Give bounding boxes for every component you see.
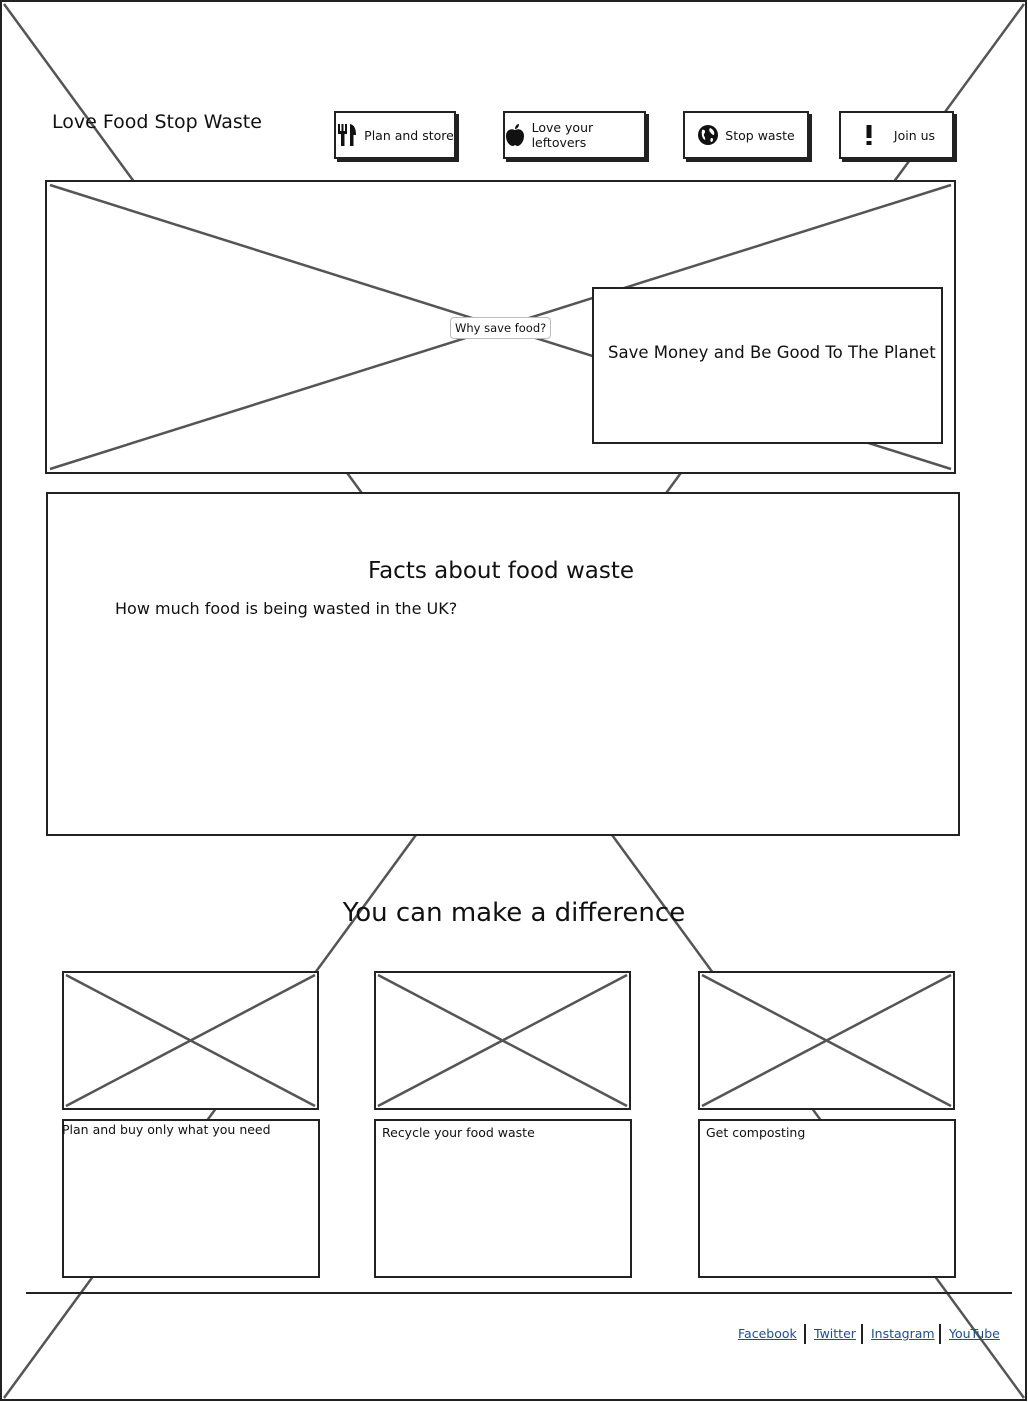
apple-icon	[505, 123, 526, 147]
card-image-cross	[701, 973, 952, 1108]
exclamation-icon	[858, 123, 880, 147]
footer-separator	[861, 1324, 863, 1344]
nav-label: Join us	[893, 127, 936, 143]
hero-overlay-text: Save Money and Be Good To The Planet	[608, 343, 936, 362]
card-caption: Recycle your food waste	[382, 1125, 535, 1140]
card-text-box: Plan and buy only what you need	[62, 1119, 320, 1278]
nav-label: Love your leftovers	[531, 120, 594, 150]
card-image-placeholder	[374, 971, 631, 1110]
globe-icon	[697, 123, 719, 147]
footer-link-facebook[interactable]: Facebook	[738, 1326, 797, 1341]
facts-question: How much food is being wasted in the UK?	[115, 599, 458, 618]
card-image-cross	[377, 973, 628, 1108]
card-text-box: Get composting	[698, 1119, 956, 1278]
footer-link-twitter[interactable]: Twitter	[814, 1326, 856, 1341]
card-image-cross	[65, 973, 316, 1108]
footer-link-instagram[interactable]: Instagram	[871, 1326, 935, 1341]
nav-love-your-leftovers-button[interactable]: Love your leftovers	[503, 111, 646, 159]
nav-label: Plan and store	[364, 127, 454, 143]
footer-separator	[939, 1324, 941, 1344]
hero-image-label: Why save food?	[450, 317, 552, 339]
fork-knife-icon	[336, 123, 358, 147]
difference-title: You can make a difference	[342, 898, 686, 928]
footer-link-youtube[interactable]: YouTube	[949, 1326, 1000, 1341]
card-caption: Plan and buy only what you need	[62, 1122, 271, 1137]
card-image-placeholder	[698, 971, 955, 1110]
facts-title: Facts about food waste	[367, 558, 635, 584]
nav-join-us-button[interactable]: Join us	[839, 111, 954, 159]
nav-plan-and-store-button[interactable]: Plan and store	[334, 111, 456, 159]
hero-overlay-box: Save Money and Be Good To The Planet	[592, 287, 943, 444]
nav-stop-waste-button[interactable]: Stop waste	[683, 111, 809, 159]
footer-divider	[26, 1292, 1012, 1294]
nav-label: Stop waste	[725, 127, 795, 143]
card-image-placeholder	[62, 971, 319, 1110]
facts-section: Facts about food waste How much food is …	[46, 492, 960, 836]
card-text-box: Recycle your food waste	[374, 1119, 632, 1278]
card-caption: Get composting	[706, 1125, 806, 1140]
footer-separator	[804, 1324, 806, 1344]
site-title: Love Food Stop Waste	[52, 111, 262, 133]
